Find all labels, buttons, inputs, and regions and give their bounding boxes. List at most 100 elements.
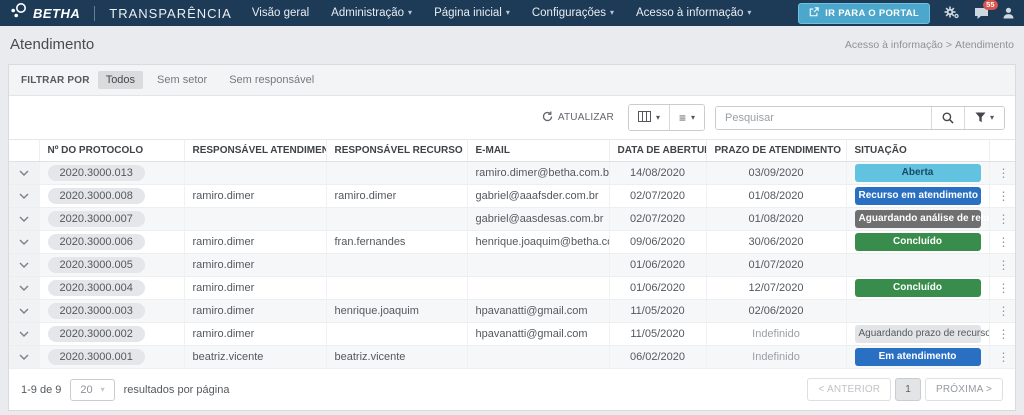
notifications-button[interactable]: 55 — [974, 7, 989, 20]
filter-label: FILTRAR POR — [21, 75, 90, 86]
filter-tab[interactable]: Todos — [98, 71, 143, 89]
chevron-down-icon: ▾ — [990, 114, 994, 122]
situacao-cell — [846, 254, 989, 277]
page-number-button[interactable]: 1 — [895, 378, 921, 401]
search-input[interactable] — [716, 107, 931, 129]
row-menu-button[interactable]: ⋮ — [989, 162, 1015, 185]
list-options-button[interactable]: ≡ ▾ — [669, 105, 704, 130]
row-menu-button[interactable]: ⋮ — [989, 300, 1015, 323]
row-expand-chevron[interactable] — [9, 231, 39, 254]
chevron-down-icon — [19, 262, 29, 268]
resp-atendimento-cell — [184, 208, 326, 231]
row-menu-button[interactable]: ⋮ — [989, 185, 1015, 208]
protocol-cell: 2020.3000.004 — [39, 277, 184, 300]
table-row: 2020.3000.003ramiro.dimerhenrique.joaqui… — [9, 300, 1015, 323]
search-button[interactable] — [931, 107, 964, 129]
data-abertura-cell: 09/06/2020 — [609, 231, 706, 254]
resp-recurso-cell — [326, 162, 467, 185]
prazo-cell: 01/08/2020 — [706, 185, 846, 208]
email-cell: ramiro.dimer@betha.com.br — [467, 162, 609, 185]
row-expand-chevron[interactable] — [9, 323, 39, 346]
table-header-row: Nº DO PROTOCOLORESPONSÁVEL ATENDIMENTORE… — [9, 140, 1015, 162]
situacao-cell: Aberta — [846, 162, 989, 185]
row-expand-chevron[interactable] — [9, 162, 39, 185]
user-menu-button[interactable] — [1003, 7, 1014, 19]
nav-item[interactable]: Página inicial▾ — [434, 7, 510, 19]
data-abertura-cell: 11/05/2020 — [609, 323, 706, 346]
brand-logo[interactable]: BETHA — [10, 2, 80, 24]
go-to-portal-button[interactable]: IR PARA O PORTAL — [798, 3, 930, 24]
table-toolbar: ATUALIZAR ▾ ≡ ▾ — [9, 96, 1015, 139]
table-row: 2020.3000.007gabriel@aasdesas.com.br02/0… — [9, 208, 1015, 231]
atendimentos-table: Nº DO PROTOCOLORESPONSÁVEL ATENDIMENTORE… — [9, 139, 1015, 369]
row-menu-button[interactable]: ⋮ — [989, 323, 1015, 346]
resp-recurso-cell — [326, 208, 467, 231]
column-header: RESPONSÁVEL ATENDIMENTO — [184, 140, 326, 162]
per-page-select[interactable]: 20 ▾ — [70, 379, 114, 401]
protocol-cell: 2020.3000.007 — [39, 208, 184, 231]
nav-item[interactable]: Administração▾ — [331, 7, 412, 19]
refresh-button[interactable]: ATUALIZAR — [542, 111, 614, 125]
columns-button[interactable]: ▾ — [629, 105, 669, 130]
row-menu-button[interactable]: ⋮ — [989, 231, 1015, 254]
row-menu-button[interactable]: ⋮ — [989, 346, 1015, 369]
notification-count-badge: 55 — [983, 0, 998, 10]
next-arrow-icon: > — [986, 384, 992, 395]
settings-gears-button[interactable] — [944, 6, 960, 20]
row-expand-chevron[interactable] — [9, 346, 39, 369]
breadcrumb-current: Atendimento — [955, 39, 1014, 51]
data-abertura-cell: 01/06/2020 — [609, 254, 706, 277]
row-menu-button[interactable]: ⋮ — [989, 208, 1015, 231]
data-abertura-cell: 02/07/2020 — [609, 185, 706, 208]
resp-recurso-cell: ramiro.dimer — [326, 185, 467, 208]
status-badge: Concluído — [855, 233, 981, 251]
nav-item[interactable]: Acesso à informação▾ — [636, 7, 751, 19]
breadcrumb-parent[interactable]: Acesso à informação — [845, 39, 943, 51]
protocol-cell: 2020.3000.003 — [39, 300, 184, 323]
cogs-icon — [944, 6, 960, 20]
situacao-cell: Recurso em atendimento — [846, 185, 989, 208]
chevron-down-icon: ▾ — [408, 9, 412, 17]
email-cell — [467, 346, 609, 369]
filter-tab[interactable]: Sem setor — [149, 71, 215, 89]
column-header: E-MAIL — [467, 140, 609, 162]
nav-item-label: Visão geral — [252, 7, 309, 19]
nav-item-label: Acesso à informação — [636, 7, 743, 19]
resp-atendimento-cell: ramiro.dimer — [184, 254, 326, 277]
filter-tab[interactable]: Sem responsável — [221, 71, 322, 89]
status-badge: Aberta — [855, 164, 981, 182]
previous-page-button[interactable]: < ANTERIOR — [807, 378, 891, 401]
protocol-pill: 2020.3000.006 — [48, 234, 145, 250]
data-abertura-cell: 11/05/2020 — [609, 300, 706, 323]
protocol-pill: 2020.3000.005 — [48, 257, 145, 273]
email-cell — [467, 254, 609, 277]
row-expand-chevron[interactable] — [9, 208, 39, 231]
row-expand-chevron[interactable] — [9, 254, 39, 277]
breadcrumb: Acesso à informação>Atendimento — [845, 39, 1014, 51]
row-expand-chevron[interactable] — [9, 300, 39, 323]
row-menu-button[interactable]: ⋮ — [989, 254, 1015, 277]
nav-item[interactable]: Configurações▾ — [532, 7, 614, 19]
row-expand-chevron[interactable] — [9, 185, 39, 208]
row-expand-chevron[interactable] — [9, 277, 39, 300]
status-badge: Concluído — [855, 279, 981, 297]
protocol-cell: 2020.3000.001 — [39, 346, 184, 369]
prazo-cell: 30/06/2020 — [706, 231, 846, 254]
prazo-cell: Indefinido — [706, 323, 846, 346]
prazo-cell: 03/09/2020 — [706, 162, 846, 185]
situacao-cell: Aguardando prazo de recurso — [846, 323, 989, 346]
row-menu-button[interactable]: ⋮ — [989, 277, 1015, 300]
nav-item[interactable]: Visão geral — [252, 7, 309, 19]
chevron-down-icon — [19, 285, 29, 291]
prev-arrow-icon: < — [818, 384, 824, 395]
resp-recurso-cell — [326, 323, 467, 346]
chevron-down-icon: ▾ — [656, 114, 660, 122]
portal-button-label: IR PARA O PORTAL — [825, 8, 919, 19]
chevron-down-icon — [19, 193, 29, 199]
protocol-cell: 2020.3000.002 — [39, 323, 184, 346]
filter-button[interactable]: ▾ — [964, 107, 1004, 129]
resp-atendimento-cell: ramiro.dimer — [184, 300, 326, 323]
next-page-button[interactable]: PRÓXIMA > — [925, 378, 1003, 401]
protocol-cell: 2020.3000.013 — [39, 162, 184, 185]
resp-atendimento-cell: ramiro.dimer — [184, 231, 326, 254]
